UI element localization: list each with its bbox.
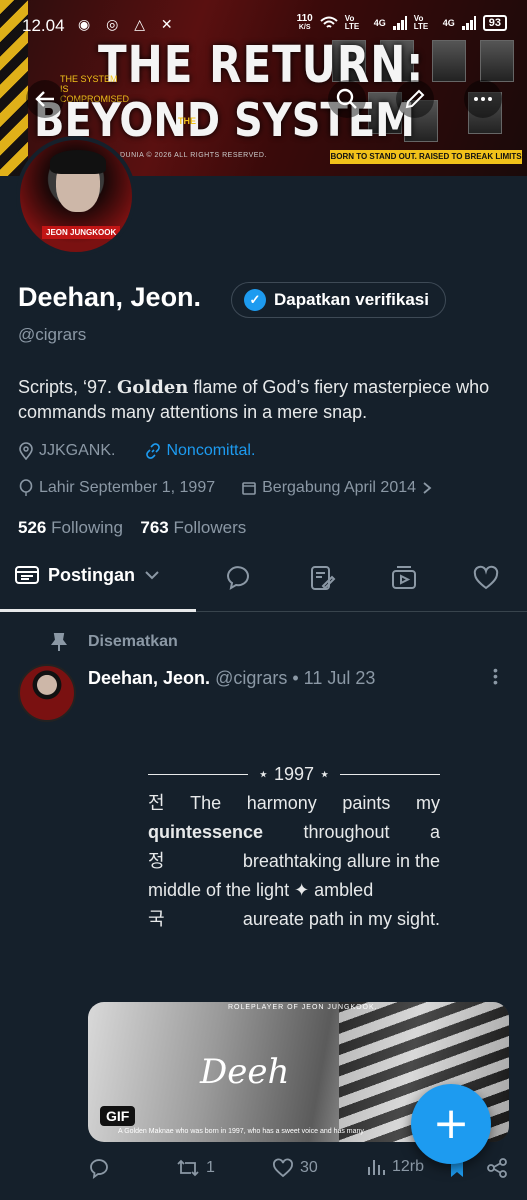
profile-bio: Scripts, ‘97. Golden flame of God’s fier…	[18, 377, 490, 422]
like-button[interactable]: 30	[272, 1157, 318, 1179]
views-icon	[368, 1160, 385, 1175]
profile-website-link[interactable]: Noncomittal.	[166, 442, 255, 460]
profile-meta-row-2: Lahir September 1, 1997 Bergabung April …	[18, 479, 433, 497]
banner-photo	[480, 40, 514, 82]
profile-handle: @cigrars	[18, 325, 87, 344]
balloon-icon	[19, 479, 33, 496]
volte-label: Vo LTE	[344, 14, 360, 31]
signal-icon	[461, 16, 476, 30]
following-link[interactable]: 526 Following	[18, 518, 123, 537]
more-options-button[interactable]	[464, 80, 502, 118]
retweet-button[interactable]: 1	[176, 1157, 215, 1179]
tweet-more-button[interactable]: • • •	[493, 663, 498, 689]
tab-posts-label: Postingan	[48, 564, 136, 585]
pencil-icon	[405, 89, 425, 109]
signal-icon	[392, 16, 407, 30]
posts-icon	[15, 566, 39, 584]
get-verified-button[interactable]: ✓ Dapatkan verifikasi	[231, 282, 446, 318]
tweet-author-name[interactable]: Deehan, Jeon.	[88, 668, 210, 688]
bio-golden: Golden	[117, 377, 189, 398]
pin-icon	[51, 633, 67, 651]
banner-title-line1: THE RETURN:	[98, 35, 425, 94]
reply-icon	[90, 1159, 108, 1179]
poem-title: ⋆ 1997 ⋆	[148, 760, 440, 789]
profile-location: JJKGANK.	[39, 442, 116, 459]
search-button[interactable]	[328, 80, 366, 118]
banner-the-label: THE	[178, 116, 196, 126]
chevron-down-icon	[145, 571, 159, 580]
share-button[interactable]	[486, 1157, 508, 1179]
search-icon	[336, 88, 357, 109]
chevron-right-icon[interactable]	[421, 480, 433, 496]
edit-button[interactable]	[396, 80, 434, 118]
compose-post-button[interactable]: +	[411, 1084, 491, 1164]
status-time: 12.04	[22, 16, 65, 35]
retweet-icon	[177, 1159, 199, 1177]
profile-avatar[interactable]: JEON JUNGKOOK	[16, 136, 136, 256]
share-icon	[487, 1158, 507, 1178]
network-speed: 110 K/S	[296, 13, 313, 32]
location-pin-icon	[19, 442, 33, 460]
media-script-text: Deeh	[200, 1052, 290, 1092]
poem-line: middle of the light ✦ ambled	[148, 880, 374, 900]
retweet-count: 1	[206, 1159, 215, 1176]
poem-line: 정 breathtaking allure in the	[148, 851, 440, 871]
follow-stats: 526 Following 763 Followers	[18, 518, 246, 538]
like-count: 30	[300, 1159, 318, 1176]
tweet-handle-date: @cigrars • 11 Jul 23	[215, 668, 376, 688]
avatar-hair	[50, 150, 106, 174]
avatar-label: JEON JUNGKOOK	[42, 226, 121, 239]
link-icon	[146, 443, 161, 459]
wifi-icon	[320, 16, 338, 28]
tweet-author-avatar[interactable]	[18, 664, 76, 722]
profile-birthdate: Lahir September 1, 1997	[39, 479, 216, 496]
views-count: 12rb	[392, 1158, 425, 1175]
gif-badge: GIF	[100, 1106, 136, 1126]
reply-button[interactable]	[88, 1157, 110, 1179]
tab-replies[interactable]	[224, 564, 252, 592]
profile-meta-row-1: JJKGANK. Noncomittal.	[18, 442, 255, 460]
volte-label: Vo LTE	[413, 14, 429, 31]
calendar-icon	[242, 482, 256, 495]
poem-line: 전 The harmony paints my	[148, 793, 440, 813]
tab-highlights[interactable]	[308, 564, 336, 592]
status-right-icons: 110 K/S Vo LTE 4G Vo LTE 4G 93	[297, 14, 507, 32]
status-bar: 12.04 ◉ ◎ △ ✕ 110 K/S Vo LTE 4G Vo LTE 4G…	[0, 0, 527, 42]
media-caption-top: ROLEPLAYER OF JEON JUNGKOOK.	[228, 1004, 378, 1011]
tab-media[interactable]	[390, 564, 418, 592]
more-icon	[474, 97, 492, 101]
banner-photo	[432, 40, 466, 82]
followers-link[interactable]: 763 Followers	[140, 518, 246, 537]
plus-icon: +	[432, 1098, 470, 1149]
pinned-label: Disematkan	[88, 633, 178, 650]
poem-line: quintessence throughout a	[148, 822, 440, 842]
tweet-text: ⋆ 1997 ⋆ 전 The harmony paints my quintessenc…	[148, 760, 440, 934]
tweet-header: Deehan, Jeon. @cigrars • 11 Jul 23	[88, 668, 375, 689]
status-notification-icons: ◉ ◎ △ ✕	[78, 16, 179, 32]
profile-joined-date: Bergabung April 2014	[262, 479, 417, 496]
tab-likes[interactable]	[472, 564, 500, 592]
views-button[interactable]: 12rb	[366, 1157, 424, 1177]
network-type: 4G	[442, 18, 455, 28]
banner-rights: DUNIA © 2026 ALL RIGHTS RESERVED.	[120, 152, 267, 159]
media-caption-bottom: A Golden Maknae who was born in 1997, wh…	[118, 1128, 364, 1135]
battery-indicator: 93	[482, 15, 507, 31]
back-arrow-icon	[35, 91, 54, 107]
network-type: 4G	[373, 18, 386, 28]
tab-posts[interactable]: Postingan	[14, 564, 161, 586]
profile-tabs: Postingan	[0, 556, 527, 612]
banner-tagline: BORN TO STAND OUT. RAISED TO BREAK LIMIT…	[330, 150, 522, 164]
get-verified-label: Dapatkan verifikasi	[274, 290, 429, 309]
poem-line: 국 aureate path in my sight.	[148, 909, 440, 929]
profile-name: Deehan, Jeon.	[18, 282, 202, 312]
verified-badge-icon: ✓	[244, 289, 266, 311]
active-tab-indicator	[0, 609, 196, 612]
heart-icon	[273, 1158, 293, 1178]
pinned-indicator: Disematkan	[50, 632, 178, 652]
back-button[interactable]	[26, 80, 64, 118]
